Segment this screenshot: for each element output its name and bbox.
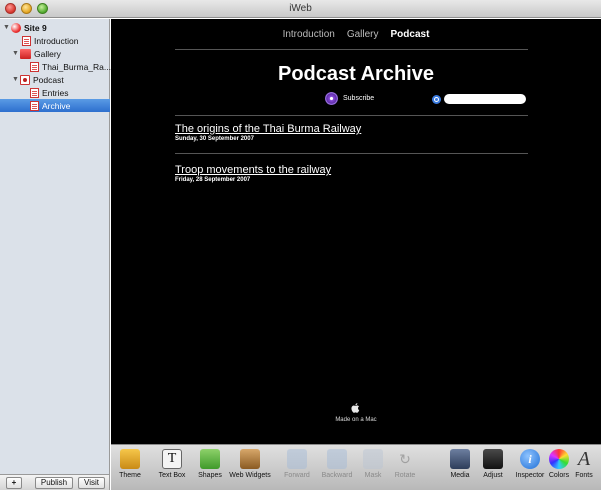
publish-button[interactable]: Publish xyxy=(35,477,73,489)
site-navigation: Introduction Gallery Podcast xyxy=(111,29,601,40)
sidebar-item-label: Thai_Burma_Ra... xyxy=(42,61,111,72)
bottom-toolbar: Theme T Text Box Shapes Web Widgets Forw… xyxy=(111,444,601,490)
shapes-icon xyxy=(200,449,220,469)
archive-entry: Troop movements to the railway Friday, 2… xyxy=(175,164,331,183)
rotate-icon: ↻ xyxy=(399,451,411,467)
podcast-icon xyxy=(20,74,30,85)
sidebar-item-podcast[interactable]: ▼ Podcast xyxy=(12,73,64,86)
fonts-icon: A xyxy=(577,448,591,470)
visit-button[interactable]: Visit xyxy=(78,477,105,489)
forward-icon xyxy=(287,449,307,469)
disclosure-triangle-icon[interactable]: ▼ xyxy=(12,76,20,83)
sidebar-item-entries[interactable]: Entries xyxy=(30,86,68,99)
theme-icon xyxy=(120,449,140,469)
sidebar-item-label: Podcast xyxy=(33,74,64,85)
entry-date: Friday, 28 September 2007 xyxy=(175,177,251,183)
page-icon xyxy=(30,87,39,98)
apple-logo-icon xyxy=(351,403,360,413)
media-icon xyxy=(450,449,470,469)
page-icon xyxy=(22,35,31,46)
nav-item-podcast[interactable]: Podcast xyxy=(391,29,430,40)
mask-icon xyxy=(363,449,383,469)
rotate-button[interactable]: ↻ Rotate xyxy=(383,449,427,479)
sidebar-item-thai-burma[interactable]: Thai_Burma_Ra... xyxy=(30,60,111,73)
footer-text: Made on a Mac xyxy=(335,417,377,423)
sidebar-item-gallery[interactable]: ▼ Gallery xyxy=(12,47,61,60)
nav-item-introduction[interactable]: Introduction xyxy=(283,29,335,40)
search-icon xyxy=(432,94,441,104)
divider xyxy=(175,115,528,116)
sidebar-item-archive[interactable]: Archive xyxy=(0,99,110,112)
sidebar-item-label: Site 9 xyxy=(24,22,47,33)
made-on-a-mac-badge[interactable]: Made on a Mac xyxy=(111,402,601,423)
entry-title-link[interactable]: The origins of the Thai Burma Railway xyxy=(175,123,361,135)
text-box-icon: T xyxy=(162,449,182,469)
forward-button[interactable]: Forward xyxy=(275,449,319,479)
window-title: iWeb xyxy=(289,3,312,14)
web-widgets-icon xyxy=(240,449,260,469)
page-canvas[interactable]: Introduction Gallery Podcast Podcast Arc… xyxy=(111,19,601,444)
divider xyxy=(175,49,528,50)
sidebar-item-label: Gallery xyxy=(34,48,61,59)
search-box[interactable] xyxy=(432,94,526,104)
search-input[interactable] xyxy=(444,94,526,104)
disclosure-triangle-icon[interactable]: ▼ xyxy=(3,24,11,31)
title-bar: iWeb xyxy=(0,0,601,18)
site-organizer-sidebar: ▼ Site 9 Introduction ▼ Gallery Thai_Bur… xyxy=(0,19,111,474)
sidebar-item-label: Archive xyxy=(42,100,71,111)
shapes-button[interactable]: Shapes xyxy=(188,449,232,479)
backward-icon xyxy=(327,449,347,469)
site-icon xyxy=(11,22,21,33)
entry-title-link[interactable]: Troop movements to the railway xyxy=(175,164,331,176)
web-widgets-button[interactable]: Web Widgets xyxy=(228,449,272,479)
fonts-button[interactable]: A Fonts xyxy=(562,449,601,479)
add-page-button[interactable]: + xyxy=(6,477,22,489)
page-icon xyxy=(30,100,39,111)
subscribe-link[interactable]: Subscribe xyxy=(325,92,374,105)
theme-button[interactable]: Theme xyxy=(108,449,152,479)
sidebar-button-bar: + Publish Visit xyxy=(0,474,110,490)
gallery-folder-icon xyxy=(20,48,31,59)
divider xyxy=(175,153,528,154)
page-title[interactable]: Podcast Archive xyxy=(111,63,601,86)
podcast-subscribe-icon xyxy=(325,92,338,105)
entry-date: Sunday, 30 September 2007 xyxy=(175,136,254,142)
adjust-icon xyxy=(483,449,503,469)
nav-item-gallery[interactable]: Gallery xyxy=(347,29,379,40)
sidebar-item-introduction[interactable]: Introduction xyxy=(22,34,78,47)
disclosure-triangle-icon[interactable]: ▼ xyxy=(12,50,20,57)
subscribe-label: Subscribe xyxy=(343,95,375,102)
page-icon xyxy=(30,61,39,72)
archive-entry: The origins of the Thai Burma Railway Su… xyxy=(175,123,361,142)
sidebar-item-label: Entries xyxy=(42,87,69,98)
sidebar-item-label: Introduction xyxy=(34,35,79,46)
sidebar-item-site[interactable]: ▼ Site 9 xyxy=(3,21,47,34)
